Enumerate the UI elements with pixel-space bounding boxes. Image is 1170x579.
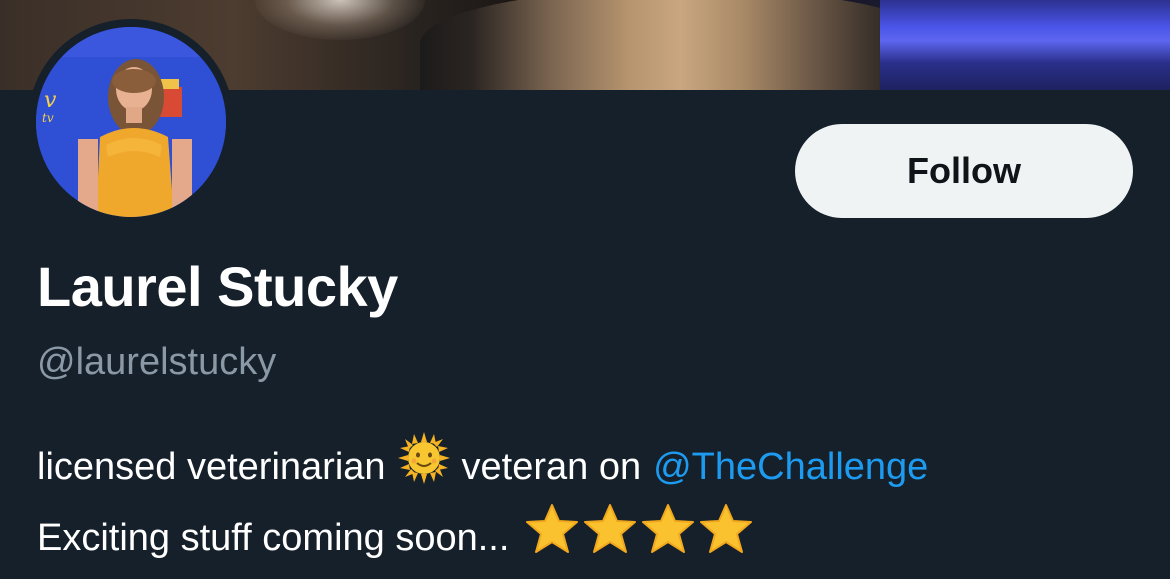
banner-light	[255, 0, 425, 40]
bio-line-2: Exciting stuff coming soon...	[37, 503, 1147, 574]
avatar[interactable]: ONDAY v tv	[28, 19, 234, 225]
username-handle: @laurelstucky	[37, 341, 277, 383]
star-emoji-icon	[583, 503, 637, 574]
svg-text:v: v	[44, 88, 57, 113]
follow-button[interactable]: Follow	[795, 124, 1133, 218]
avatar-photo: ONDAY v tv	[36, 27, 226, 217]
banner-photo-subject	[420, 0, 940, 90]
banner-stage-lights	[880, 0, 1170, 90]
svg-text:tv: tv	[42, 111, 54, 125]
bio-line-1: licensed veterinarian veteran on @TheCha…	[37, 432, 1147, 503]
bio-text: licensed veterinarian	[37, 446, 386, 488]
mention-link[interactable]: @TheChallenge	[653, 437, 928, 498]
avatar-illustration: ONDAY v tv	[36, 27, 226, 217]
profile-header: ONDAY v tv Follow Laurel Stucky @laurels…	[0, 0, 1170, 579]
display-name: Laurel Stucky	[37, 255, 398, 318]
bio-text: Exciting stuff coming soon...	[37, 517, 510, 559]
star-emoji-icon	[699, 503, 753, 574]
bio-text: veteran on	[461, 446, 642, 488]
star-emoji-icon	[525, 503, 579, 574]
star-emoji-icon	[641, 503, 695, 574]
sun-with-face-emoji-icon	[397, 432, 450, 503]
profile-bio: licensed veterinarian veteran on @TheCha…	[37, 432, 1147, 574]
